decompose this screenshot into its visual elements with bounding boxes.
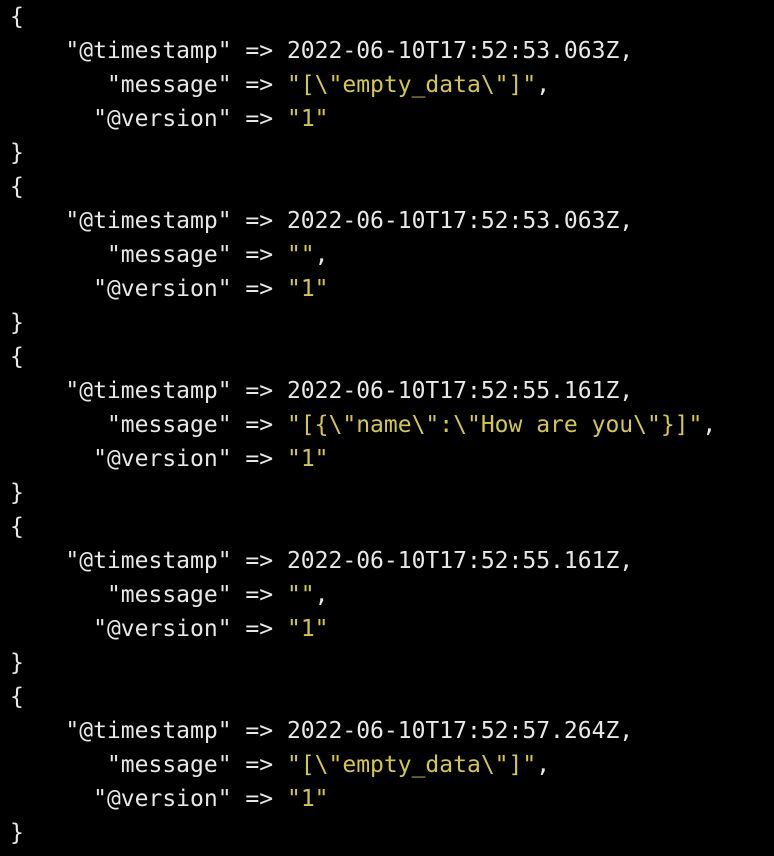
comma: , [619, 208, 634, 234]
arrow-operator: => [231, 378, 287, 404]
timestamp-line: "@timestamp" => 2022-06-10T17:52:53.063Z… [10, 204, 633, 238]
version-key: "@version" [93, 276, 232, 302]
arrow-operator: => [231, 548, 287, 574]
timestamp-value: 2022-06-10T17:52:57.264Z [286, 718, 620, 744]
arrow-operator: => [231, 446, 287, 472]
record-close-brace: } [10, 816, 24, 850]
arrow-operator: => [231, 752, 287, 778]
arrow-operator: => [231, 582, 287, 608]
arrow-operator: => [231, 412, 287, 438]
message-key: "message" [106, 412, 232, 438]
open-brace: { [10, 514, 24, 540]
close-brace: } [10, 310, 24, 336]
version-line: "@version" => "1" [10, 272, 329, 306]
version-line: "@version" => "1" [10, 102, 329, 136]
comma: , [619, 548, 634, 574]
record-close-brace: } [10, 306, 24, 340]
version-value: "1" [286, 786, 329, 812]
message-key: "message" [106, 242, 232, 268]
version-value: "1" [286, 616, 329, 642]
timestamp-line: "@timestamp" => 2022-06-10T17:52:55.161Z… [10, 374, 633, 408]
record-open-brace: { [10, 0, 24, 34]
close-brace: } [10, 820, 24, 846]
version-key: "@version" [93, 106, 232, 132]
timestamp-key: "@timestamp" [65, 718, 232, 744]
record-close-brace: } [10, 136, 24, 170]
version-key: "@version" [93, 616, 232, 642]
arrow-operator: => [231, 786, 287, 812]
version-key: "@version" [93, 786, 232, 812]
timestamp-key: "@timestamp" [65, 38, 232, 64]
message-line: "message" => "[\"empty_data\"]", [10, 748, 550, 782]
comma: , [619, 38, 634, 64]
timestamp-value: 2022-06-10T17:52:55.161Z [286, 378, 620, 404]
close-brace: } [10, 650, 24, 676]
open-brace: { [10, 684, 24, 710]
message-line: "message" => "", [10, 578, 329, 612]
record-close-brace: } [10, 646, 24, 680]
record-open-brace: { [10, 340, 24, 374]
comma: , [314, 582, 329, 608]
record-close-brace: } [10, 476, 24, 510]
terminal-output: { "@timestamp" => 2022-06-10T17:52:53.06… [0, 0, 774, 856]
arrow-operator: => [231, 242, 287, 268]
timestamp-value: 2022-06-10T17:52:53.063Z [286, 208, 620, 234]
comma: , [536, 752, 551, 778]
open-brace: { [10, 4, 24, 30]
comma: , [619, 718, 634, 744]
message-key: "message" [106, 752, 232, 778]
message-key: "message" [106, 582, 232, 608]
record-open-brace: { [10, 170, 24, 204]
open-brace: { [10, 344, 24, 370]
message-key: "message" [106, 72, 232, 98]
timestamp-line: "@timestamp" => 2022-06-10T17:52:55.161Z… [10, 544, 633, 578]
version-value: "1" [286, 276, 329, 302]
timestamp-key: "@timestamp" [65, 378, 232, 404]
message-value: "[\"empty_data\"]" [286, 72, 537, 98]
close-brace: } [10, 140, 24, 166]
record-open-brace: { [10, 680, 24, 714]
record-open-brace: { [10, 510, 24, 544]
message-value: "[{\"name\":\"How are you\"}]" [286, 412, 703, 438]
version-value: "1" [286, 106, 329, 132]
timestamp-key: "@timestamp" [65, 548, 232, 574]
arrow-operator: => [231, 72, 287, 98]
message-line: "message" => "[\"empty_data\"]", [10, 68, 550, 102]
timestamp-key: "@timestamp" [65, 208, 232, 234]
message-value: "" [286, 242, 315, 268]
message-line: "message" => "[{\"name\":\"How are you\"… [10, 408, 716, 442]
arrow-operator: => [231, 38, 287, 64]
message-value: "[\"empty_data\"]" [286, 752, 537, 778]
version-line: "@version" => "1" [10, 782, 329, 816]
comma: , [619, 378, 634, 404]
close-brace: } [10, 480, 24, 506]
comma: , [314, 242, 329, 268]
version-line: "@version" => "1" [10, 442, 329, 476]
message-value: "" [286, 582, 315, 608]
message-line: "message" => "", [10, 238, 329, 272]
version-line: "@version" => "1" [10, 612, 329, 646]
arrow-operator: => [231, 616, 287, 642]
timestamp-value: 2022-06-10T17:52:55.161Z [286, 548, 620, 574]
comma: , [702, 412, 717, 438]
arrow-operator: => [231, 276, 287, 302]
arrow-operator: => [231, 718, 287, 744]
version-key: "@version" [93, 446, 232, 472]
timestamp-line: "@timestamp" => 2022-06-10T17:52:53.063Z… [10, 34, 633, 68]
comma: , [536, 72, 551, 98]
version-value: "1" [286, 446, 329, 472]
arrow-operator: => [231, 106, 287, 132]
open-brace: { [10, 174, 24, 200]
timestamp-line: "@timestamp" => 2022-06-10T17:52:57.264Z… [10, 714, 633, 748]
arrow-operator: => [231, 208, 287, 234]
timestamp-value: 2022-06-10T17:52:53.063Z [286, 38, 620, 64]
